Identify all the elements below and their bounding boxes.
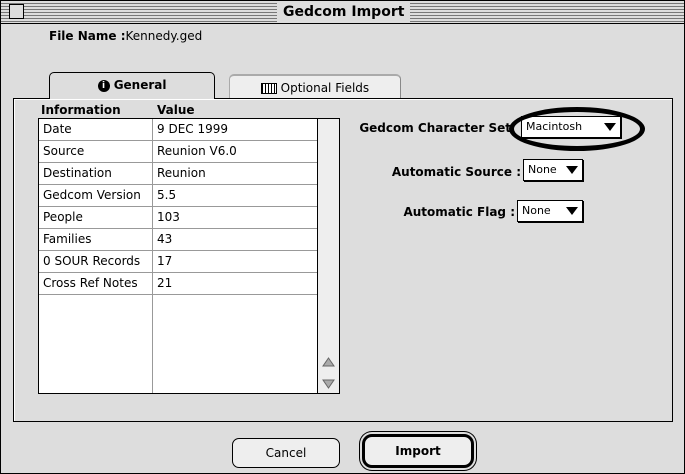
scroll-down-arrow-icon[interactable] [320,375,337,391]
table-cell: 0 SOUR Records [43,254,141,268]
popup-arrow-icon [566,166,578,174]
title-bar[interactable]: Gedcom Import [1,1,684,24]
table-cell: Gedcom Version [43,188,141,202]
close-box-icon[interactable] [9,4,24,19]
tab-general-label: General [113,78,167,92]
table-cell: 9 DEC 1999 [157,122,229,136]
auto-source-value: None [528,163,557,176]
table-cell: Date [43,122,72,136]
table-row[interactable]: Gedcom Version 5.5 [39,185,317,207]
table-cell: Reunion [157,166,206,180]
table-row[interactable]: Families 43 [39,229,317,251]
auto-flag-label: Automatic Flag : [403,205,515,219]
cancel-button[interactable]: Cancel [232,438,340,468]
table-cell: 17 [157,254,173,268]
table-cell: Source [43,144,85,158]
table-cell: Cross Ref Notes [43,276,138,290]
table-cell: 5.5 [157,188,177,202]
table-cell: Destination [43,166,112,180]
scrollbar[interactable] [317,119,339,393]
info-icon: i [97,79,110,92]
file-name: File Name :Kennedy.ged [49,29,202,43]
table-row[interactable]: Cross Ref Notes 21 [39,273,317,295]
popup-arrow-icon [566,207,578,215]
table-cell: Families [43,232,92,246]
table-cell: People [43,210,83,224]
column-header-value: Value [157,103,195,117]
gedcom-import-dialog: Gedcom Import File Name :Kennedy.ged i G… [0,0,685,474]
table-cell: 43 [157,232,173,246]
auto-source-popup[interactable]: None [523,159,583,181]
tab-general[interactable]: i General [49,72,215,99]
file-name-label: File Name : [49,29,126,43]
keyboard-icon [260,83,277,94]
auto-flag-value: None [522,204,551,217]
table-row[interactable]: Date 9 DEC 1999 [39,119,317,141]
info-table[interactable]: Date 9 DEC 1999 Source Reunion V6.0 Destin… [38,118,340,394]
window-title: Gedcom Import [277,1,411,23]
scroll-up-arrow-icon[interactable] [320,355,337,371]
table-row[interactable]: Destination Reunion [39,163,317,185]
column-header-information: Information [41,103,121,117]
auto-flag-popup[interactable]: None [517,200,583,222]
table-row[interactable]: Source Reunion V6.0 [39,141,317,163]
tab-optional-fields-label: Optional Fields [280,81,370,95]
auto-source-label: Automatic Source : [391,165,521,179]
table-cell: 103 [157,210,180,224]
table-row[interactable]: People 103 [39,207,317,229]
file-name-value: Kennedy.ged [125,29,203,43]
import-button[interactable]: Import [362,434,474,468]
column-divider [152,295,153,393]
table-row[interactable]: 0 SOUR Records 17 [39,251,317,273]
highlight-ellipse [509,107,645,151]
charset-label: Gedcom Character Set [359,121,511,135]
table-cell: 21 [157,276,173,290]
table-cell: Reunion V6.0 [157,144,237,158]
tab-optional-fields[interactable]: Optional Fields [229,74,401,100]
